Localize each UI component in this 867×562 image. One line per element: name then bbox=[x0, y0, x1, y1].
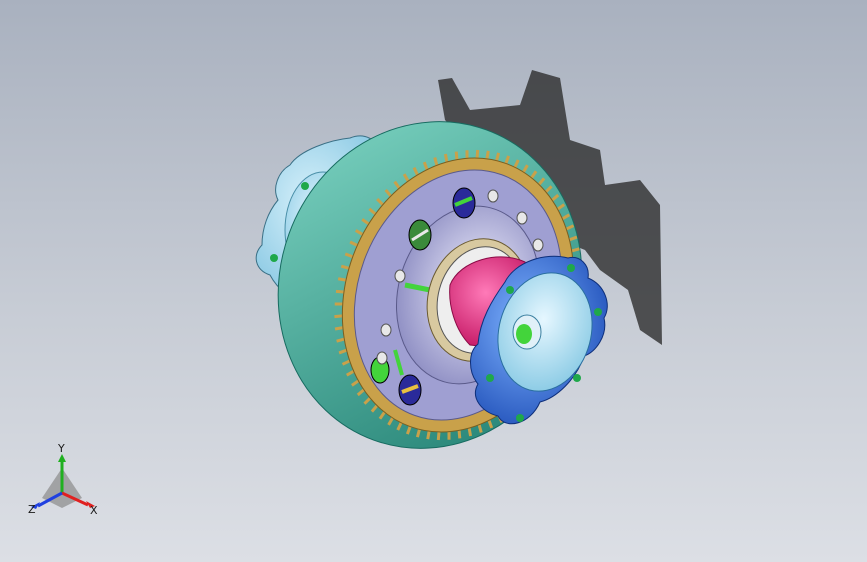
z-axis-label: Z bbox=[28, 503, 36, 516]
triad-graphic bbox=[31, 454, 95, 509]
gear-tooth bbox=[433, 157, 439, 166]
gear-tooth bbox=[415, 429, 421, 438]
view-triad[interactable]: Y X Z bbox=[22, 442, 112, 528]
model-scene[interactable] bbox=[0, 0, 867, 562]
bolt-hole bbox=[380, 323, 392, 337]
bolt-hole bbox=[376, 351, 388, 365]
bolt-hole bbox=[516, 211, 528, 225]
pinion-window-bottom bbox=[398, 374, 422, 406]
gear-tooth bbox=[571, 247, 580, 253]
gear-tooth bbox=[454, 151, 459, 160]
x-axis-label: X bbox=[90, 504, 98, 517]
gear-tooth bbox=[475, 149, 480, 159]
gear-tooth bbox=[467, 427, 473, 437]
gear-tooth bbox=[485, 150, 490, 160]
gear-tooth bbox=[436, 431, 441, 441]
pinion-window-top bbox=[452, 187, 476, 219]
gear-tooth bbox=[443, 153, 449, 163]
y-axis-head bbox=[58, 454, 66, 462]
gear-tooth bbox=[426, 430, 431, 440]
gear-tooth bbox=[477, 424, 483, 433]
gear-tooth bbox=[337, 277, 347, 282]
bolt-hole bbox=[394, 269, 406, 283]
gear-tooth bbox=[335, 289, 345, 294]
y-axis-label: Y bbox=[58, 442, 65, 455]
graphics-viewport[interactable]: Y X Z bbox=[0, 0, 867, 562]
gear-tooth bbox=[457, 430, 462, 439]
gear-tooth bbox=[334, 314, 343, 319]
bolt-hole bbox=[532, 238, 544, 252]
pinion-window-upper-left bbox=[408, 219, 432, 251]
gear-tooth bbox=[495, 152, 501, 161]
bolt-hole bbox=[487, 189, 499, 203]
gear-tooth bbox=[334, 326, 344, 331]
gear-tooth bbox=[336, 337, 345, 343]
gear-tooth bbox=[340, 264, 350, 270]
